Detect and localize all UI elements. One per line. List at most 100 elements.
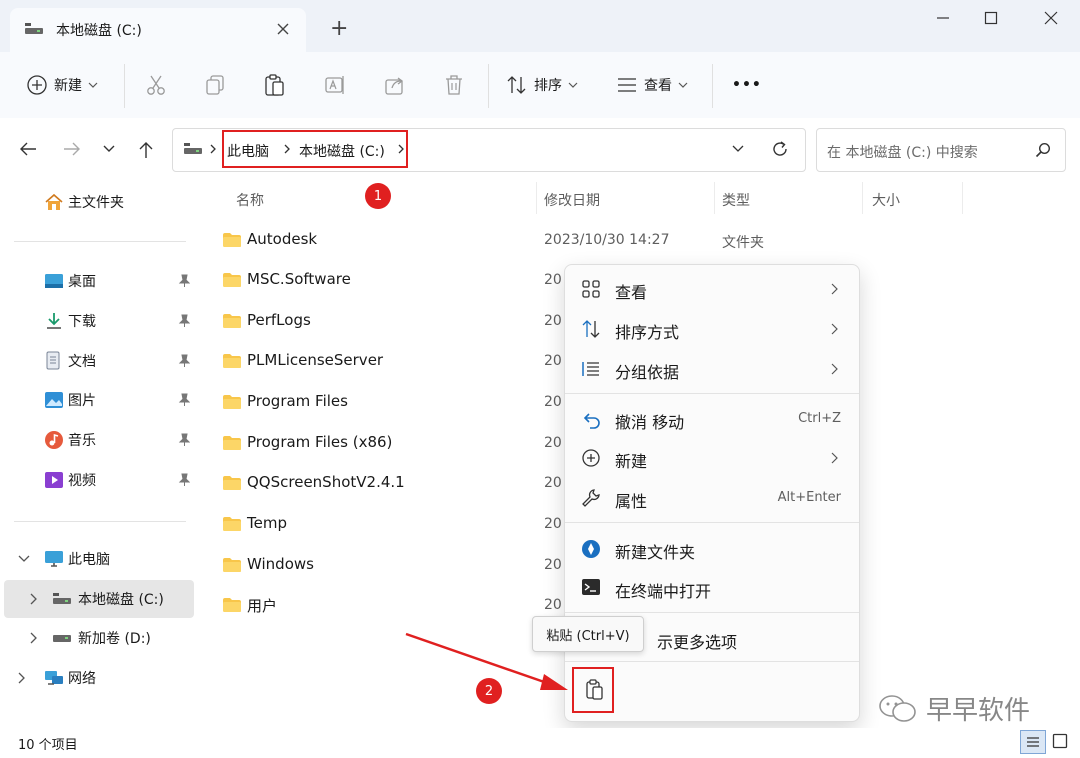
chevron-right-icon: [831, 283, 839, 295]
menu-item-new-folder[interactable]: 新建文件夹: [565, 529, 859, 569]
nav-item-local-disk-c[interactable]: 本地磁盘 (C:): [4, 580, 194, 618]
cut-button[interactable]: [146, 70, 166, 100]
pin-icon[interactable]: [178, 433, 190, 447]
nav-item-this-pc[interactable]: 此电脑: [0, 540, 194, 578]
search-icon[interactable]: [1035, 142, 1051, 158]
tab-title: 本地磁盘 (C:): [56, 23, 142, 39]
nav-item-desktop[interactable]: 桌面: [0, 262, 194, 300]
sort-icon: [581, 319, 601, 339]
sort-button[interactable]: 排序: [506, 70, 578, 100]
column-header-size[interactable]: 大小: [872, 190, 900, 210]
nav-item-home[interactable]: 主文件夹: [0, 183, 194, 221]
command-bar: 新建 排序 查看 •••: [0, 52, 1080, 119]
folder-icon: [222, 232, 242, 248]
scissors-icon: [146, 74, 166, 96]
video-icon: [44, 471, 64, 489]
file-row[interactable]: Program Files: [222, 383, 562, 423]
menu-item-new[interactable]: 新建: [565, 438, 859, 478]
forward-arrow-icon[interactable]: [62, 141, 82, 157]
file-row[interactable]: Windows: [222, 546, 562, 586]
share-icon: [384, 74, 406, 96]
file-row[interactable]: Autodesk: [222, 221, 562, 261]
menu-item-label: 属性: [615, 492, 648, 511]
close-window-button[interactable]: [1028, 0, 1074, 36]
tab-local-disk[interactable]: 本地磁盘 (C:): [10, 8, 306, 52]
annotation-badge-1: 1: [365, 183, 391, 209]
chevron-right-icon[interactable]: [18, 672, 26, 684]
column-header-type[interactable]: 类型: [722, 190, 750, 210]
paste-button[interactable]: [264, 70, 286, 100]
nav-item-pictures[interactable]: 图片: [0, 381, 194, 419]
file-name: PerfLogs: [247, 311, 311, 329]
file-name: Program Files: [247, 392, 348, 410]
maximize-button[interactable]: [968, 0, 1014, 36]
menu-item-undo[interactable]: 撤消 移动 Ctrl+Z: [565, 399, 859, 439]
pin-icon[interactable]: [178, 393, 190, 407]
pin-icon[interactable]: [178, 473, 190, 487]
nav-item-network[interactable]: 网络: [0, 659, 194, 697]
tiles-view-button[interactable]: [1052, 733, 1068, 749]
file-list: [0, 220, 1, 221]
more-options-button[interactable]: •••: [732, 70, 762, 100]
address-history-chevron-icon[interactable]: [731, 144, 745, 154]
nav-item-downloads[interactable]: 下载: [0, 302, 194, 340]
chevron-down-icon[interactable]: [18, 555, 30, 563]
chevron-right-icon[interactable]: [30, 632, 38, 644]
file-row[interactable]: QQScreenShotV2.4.1: [222, 464, 562, 504]
rename-button[interactable]: [324, 70, 346, 100]
chevron-right-icon: [831, 452, 839, 464]
nav-item-volume-d[interactable]: 新加卷 (D:): [0, 619, 194, 657]
file-row[interactable]: PerfLogs: [222, 302, 562, 342]
file-row[interactable]: Temp: [222, 505, 562, 545]
new-tab-button[interactable]: +: [330, 16, 348, 41]
file-name: Temp: [247, 514, 287, 532]
recent-chevron-icon[interactable]: [102, 144, 116, 154]
close-tab-icon[interactable]: [276, 22, 290, 36]
file-modified: 20: [544, 353, 562, 369]
new-folder-icon: [581, 539, 601, 559]
refresh-icon[interactable]: [771, 140, 789, 158]
share-button[interactable]: [384, 70, 406, 100]
delete-button[interactable]: [444, 70, 464, 100]
minimize-button[interactable]: [920, 0, 966, 36]
new-button[interactable]: 新建: [26, 70, 98, 100]
menu-item-sort[interactable]: 排序方式: [565, 309, 859, 349]
nav-item-music[interactable]: 音乐: [0, 421, 194, 459]
copy-button[interactable]: [205, 70, 225, 100]
file-row[interactable]: Program Files (x86): [222, 424, 562, 464]
navigation-pane: 主文件夹 桌面 下载 文档 图片 音乐 视频 此电脑 本地磁盘 (C:) 新加卷…: [0, 180, 200, 728]
file-modified: 20: [544, 557, 562, 573]
menu-item-properties[interactable]: 属性 Alt+Enter: [565, 478, 859, 518]
file-name: PLMLicenseServer: [247, 351, 384, 369]
menu-item-open-terminal[interactable]: 在终端中打开: [565, 568, 859, 608]
folder-icon: [222, 597, 242, 613]
details-view-button[interactable]: [1020, 730, 1046, 754]
menu-item-group-by[interactable]: 分组依据: [565, 349, 859, 389]
view-button[interactable]: 查看: [616, 70, 688, 100]
back-arrow-icon[interactable]: [18, 141, 38, 157]
chevron-right-icon[interactable]: [30, 593, 38, 605]
file-row[interactable]: 用户: [222, 586, 562, 626]
file-row[interactable]: MSC.Software: [222, 261, 562, 301]
menu-item-view[interactable]: 查看: [565, 269, 859, 309]
column-header-modified[interactable]: 修改日期: [544, 190, 600, 210]
nav-item-documents[interactable]: 文档: [0, 342, 194, 380]
search-box[interactable]: 在 本地磁盘 (C:) 中搜索: [816, 128, 1066, 172]
pin-icon[interactable]: [178, 314, 190, 328]
copy-icon: [205, 74, 225, 96]
menu-shortcut: Alt+Enter: [777, 490, 841, 505]
file-modified: 20: [544, 272, 562, 288]
pin-icon[interactable]: [178, 274, 190, 288]
file-row[interactable]: PLMLicenseServer: [222, 342, 562, 382]
file-modified: 20: [544, 313, 562, 329]
column-header-name[interactable]: 名称: [236, 190, 264, 210]
download-icon: [44, 312, 64, 330]
chevron-down-icon: [88, 81, 98, 89]
plus-circle-icon: [26, 74, 48, 96]
nav-item-videos[interactable]: 视频: [0, 461, 194, 499]
menu-item-label: 撤消 移动: [615, 413, 685, 432]
up-arrow-icon[interactable]: [138, 140, 154, 160]
pin-icon[interactable]: [178, 354, 190, 368]
file-modified: 20: [544, 394, 562, 410]
file-type: 文件夹: [722, 235, 764, 251]
